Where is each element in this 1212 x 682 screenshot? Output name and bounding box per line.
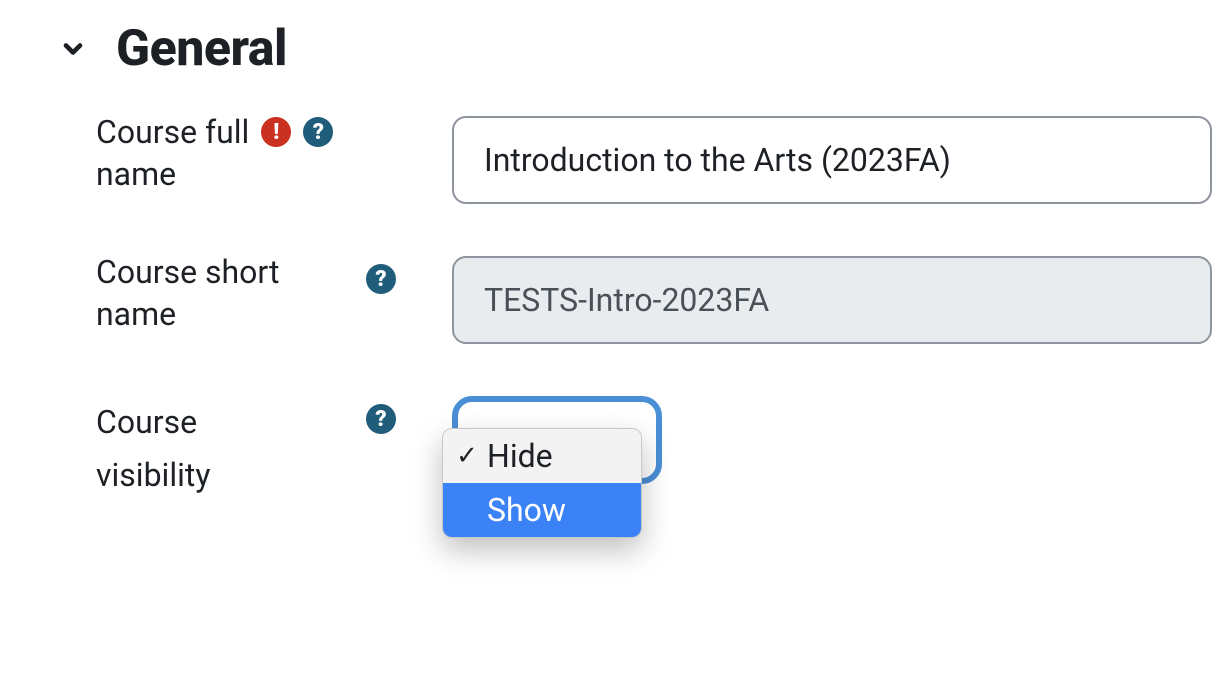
row-course-short-name: Course short name ? (96, 256, 1212, 344)
visibility-dropdown-menu: ✓ Hide Show (442, 428, 642, 538)
chevron-down-icon[interactable] (58, 34, 88, 64)
help-icon[interactable]: ? (303, 117, 333, 147)
section-title: General (116, 20, 287, 78)
label-course-short-name-1: Course short (96, 256, 279, 288)
required-icon: ! (261, 117, 291, 147)
help-icon[interactable]: ? (366, 264, 396, 294)
row-course-full-name: Course full ! ? name (96, 116, 1212, 204)
course-full-name-input[interactable] (452, 116, 1212, 204)
help-icon[interactable]: ? (366, 404, 396, 434)
visibility-option-hide[interactable]: ✓ Hide (443, 429, 641, 483)
label-course-full-name-1: Course full (96, 116, 249, 148)
option-label: Hide (487, 437, 553, 475)
section-header-general[interactable]: General (58, 20, 1212, 78)
row-course-visibility: Course visibility ? ✓ Hide Show (96, 396, 1212, 502)
option-label: Show (487, 491, 566, 529)
label-course-short-name-2: name (96, 288, 396, 341)
course-short-name-input[interactable] (452, 256, 1212, 344)
label-course-visibility-2: visibility (96, 449, 396, 502)
check-icon: ✓ (455, 441, 479, 471)
label-course-full-name-2: name (96, 148, 396, 201)
visibility-option-show[interactable]: Show (443, 483, 641, 537)
label-course-visibility-1: Course (96, 396, 396, 449)
